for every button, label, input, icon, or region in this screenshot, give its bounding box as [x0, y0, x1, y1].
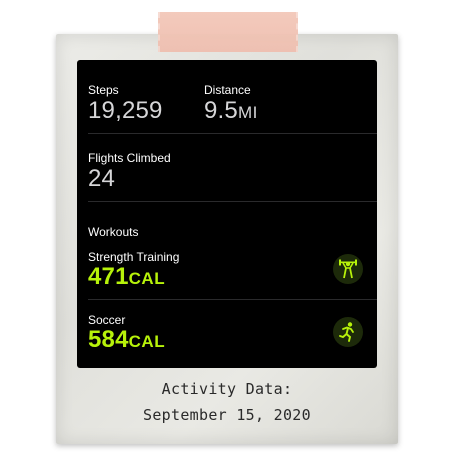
calories-number: 584 [88, 326, 129, 353]
distance-unit: MI [237, 103, 258, 122]
workout-calories: 471CAL [88, 263, 165, 291]
running-icon [333, 317, 363, 347]
distance-value: 9.5MI [204, 97, 258, 125]
divider [88, 133, 377, 134]
calories-unit: CAL [128, 269, 166, 288]
workout-calories: 584CAL [88, 326, 165, 354]
flights-value: 24 [88, 165, 116, 192]
weightlifting-icon [333, 254, 363, 284]
distance-label: Distance [204, 83, 251, 97]
flights-label: Flights Climbed [88, 151, 171, 165]
caption-date: September 15, 2020 [143, 406, 311, 424]
distance-number: 9.5 [204, 97, 238, 124]
calories-number: 471 [88, 263, 129, 290]
steps-label: Steps [88, 83, 119, 97]
workouts-heading: Workouts [88, 225, 139, 239]
divider [88, 201, 377, 202]
activity-screen: Steps 19,259 Distance 9.5MI Flights Clim… [77, 60, 377, 368]
tape-strip [158, 12, 298, 52]
workout-name: Soccer [88, 313, 126, 327]
divider [88, 299, 377, 300]
caption-title: Activity Data: [161, 380, 293, 398]
calories-unit: CAL [128, 332, 166, 351]
steps-value: 19,259 [88, 97, 163, 124]
workout-name: Strength Training [88, 250, 180, 264]
